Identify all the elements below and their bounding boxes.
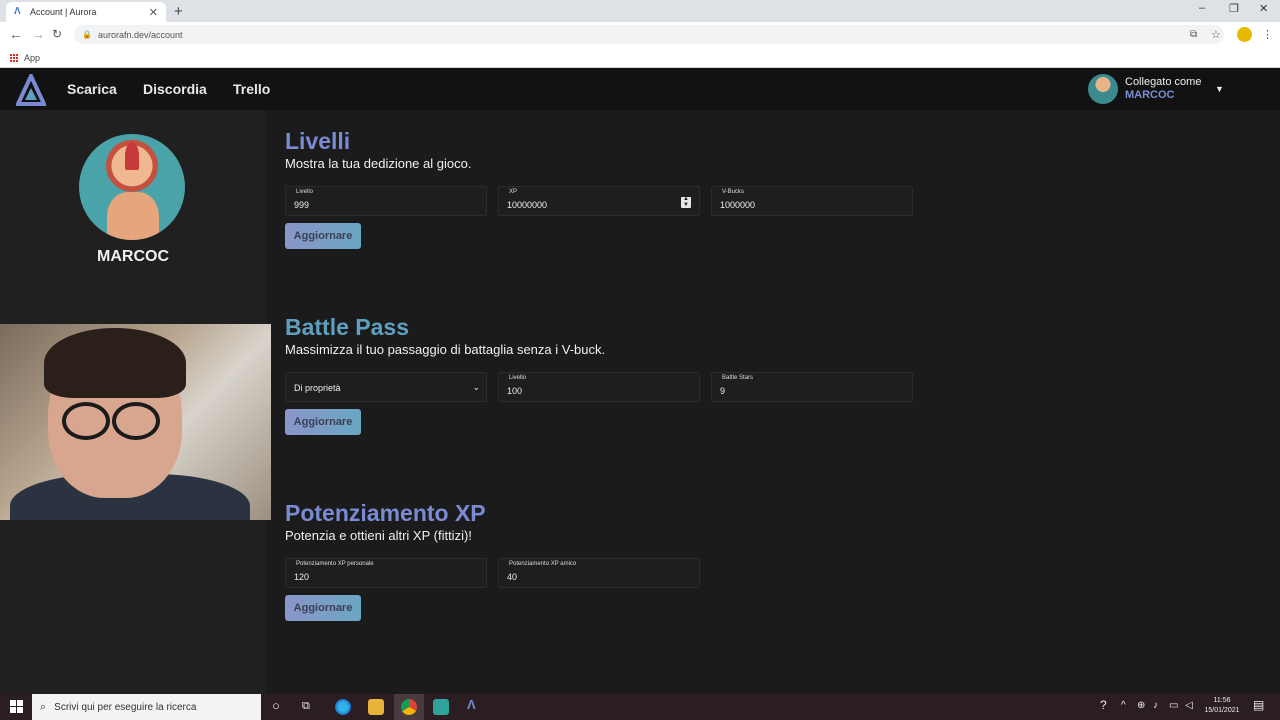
bp-level-field-value: 100	[507, 386, 523, 396]
level-field-label: Livello	[296, 189, 314, 195]
app-icon[interactable]	[433, 699, 449, 715]
close-tab-icon[interactable]: ✕	[149, 6, 158, 19]
clock-time: 11:56	[1213, 697, 1231, 704]
windows-start-icon[interactable]	[10, 700, 23, 713]
bp-level-field-label: Livello	[509, 375, 527, 381]
nav-discordia[interactable]: Discordia	[143, 81, 207, 97]
task-view-icon[interactable]: ⧉	[302, 700, 310, 713]
taskbar-search[interactable]: ⌕ Scrivi qui per eseguire la ricerca	[32, 694, 261, 720]
level-field-value: 999	[294, 200, 310, 210]
battle-stars-field-label: Battle Stars	[722, 375, 754, 381]
close-window-icon[interactable]: ✕	[1259, 2, 1268, 15]
nav-scarica[interactable]: Scarica	[67, 81, 117, 97]
profile-avatar-icon[interactable]	[1237, 27, 1252, 42]
xpboost-title: Potenziamento XP	[285, 500, 486, 526]
wifi-icon[interactable]: ▭	[1169, 700, 1178, 711]
battlepass-update-button[interactable]: Aggiornare	[285, 409, 361, 435]
notifications-icon[interactable]: ▤	[1253, 698, 1264, 712]
xp-field-value: 10000000	[507, 200, 548, 210]
browser-tab-bar	[0, 0, 1280, 22]
browser-tab-title: Account | Aurora	[30, 7, 97, 17]
apps-bookmark[interactable]: App	[24, 53, 40, 63]
browser-menu-icon[interactable]: ⋮	[1262, 28, 1273, 41]
chevron-up-icon[interactable]: ^	[1121, 700, 1126, 711]
profile-name: MARCOC	[97, 248, 169, 265]
personal-xp-boost-label: Potenziamento XP personale	[296, 561, 374, 567]
network-icon[interactable]: ⊕	[1137, 700, 1145, 711]
nav-trello[interactable]: Trello	[233, 81, 270, 97]
apps-grid-icon[interactable]	[10, 53, 18, 62]
levels-subtitle: Mostra la tua dedizione al gioco.	[285, 156, 472, 171]
translate-icon[interactable]: ⧉	[1190, 29, 1197, 40]
battlepass-subtitle: Massimizza il tuo passaggio di battaglia…	[285, 342, 606, 357]
minimize-window-icon[interactable]: –	[1199, 2, 1205, 14]
taskbar-clock[interactable]: 11:56 15/01/2021	[1200, 696, 1244, 716]
bp-level-field[interactable]: Livello 100	[498, 372, 700, 402]
personal-xp-boost-field[interactable]: Potenziamento XP personale 120	[285, 558, 487, 588]
microphone-icon[interactable]: ♪	[1153, 700, 1158, 711]
levels-title: Livelli	[285, 128, 351, 154]
chrome-taskbar-slot[interactable]	[394, 694, 424, 720]
levels-update-button[interactable]: Aggiornare	[285, 223, 361, 249]
ownership-select-value: Di proprietà	[294, 383, 341, 393]
bookmark-star-icon[interactable]: ☆	[1211, 28, 1221, 41]
url-text: aurorafn.dev/account	[97, 29, 183, 40]
vbucks-field[interactable]: V-Bucks 1000000	[711, 186, 913, 216]
personal-xp-boost-value: 120	[294, 572, 310, 582]
vbucks-field-value: 1000000	[720, 200, 756, 210]
chrome-icon	[401, 699, 417, 715]
xpboost-subtitle: Potenzia e ottieni altri XP (fittizi)!	[285, 528, 472, 543]
ownership-select[interactable]: Di proprietà ⌄	[285, 372, 487, 402]
xpboost-update-button[interactable]: Aggiornare	[285, 595, 361, 621]
user-menu[interactable]: Collegato come MARCOC	[1088, 74, 1201, 104]
xp-field[interactable]: XP 10000000 ▲ ▼	[498, 186, 700, 216]
avatar	[1088, 74, 1118, 104]
lock-icon: 🔒	[82, 30, 92, 39]
cortana-icon[interactable]: ○	[272, 698, 280, 713]
volume-icon[interactable]: ◁	[1185, 700, 1193, 711]
file-explorer-icon[interactable]	[368, 699, 384, 715]
search-icon: ⌕	[40, 700, 47, 713]
address-bar[interactable]: 🔒 aurorafn.dev/account	[74, 25, 1224, 44]
chevron-down-icon: ⌄	[472, 382, 480, 392]
edge-icon[interactable]	[335, 699, 351, 715]
battle-stars-field[interactable]: Battle Stars 9	[711, 372, 913, 402]
battlepass-title: Battle Pass	[285, 314, 410, 340]
friend-xp-boost-label: Potenziamento XP amico	[509, 561, 577, 567]
reload-icon[interactable]: ↻	[52, 27, 62, 41]
friend-xp-boost-field[interactable]: Potenziamento XP amico 40	[498, 558, 700, 588]
forward-icon[interactable]: →	[31, 26, 45, 42]
friend-xp-boost-value: 40	[507, 572, 518, 582]
vbucks-field-label: V-Bucks	[722, 189, 745, 195]
back-icon[interactable]: ←	[9, 26, 23, 42]
battle-stars-field-value: 9	[720, 386, 726, 396]
new-tab-icon[interactable]: +	[174, 3, 183, 20]
aurora-logo-icon[interactable]	[16, 74, 46, 106]
number-stepper-icon[interactable]: ▲ ▼	[681, 196, 691, 208]
header-username: MARCOC	[1125, 89, 1175, 101]
bookmarks-bar: App	[0, 48, 1280, 68]
xp-field-label: XP	[509, 189, 518, 195]
restore-window-icon[interactable]: ❐	[1229, 2, 1239, 15]
browser-tab[interactable]: Λ Account | Aurora ✕	[6, 2, 166, 22]
logged-as-label: Collegato come	[1125, 76, 1202, 88]
aurora-favicon-icon: Λ	[14, 6, 21, 17]
profile-avatar	[79, 134, 185, 240]
aurora-taskbar-icon[interactable]: Λ	[467, 697, 476, 712]
taskbar-search-placeholder: Scrivi qui per eseguire la ricerca	[54, 701, 197, 713]
webcam-overlay	[0, 324, 271, 520]
clock-date: 15/01/2021	[1204, 707, 1240, 714]
level-field[interactable]: Livello 999	[285, 186, 487, 216]
help-icon[interactable]: ?	[1100, 698, 1107, 712]
chevron-down-icon[interactable]: ▼	[1215, 84, 1224, 94]
